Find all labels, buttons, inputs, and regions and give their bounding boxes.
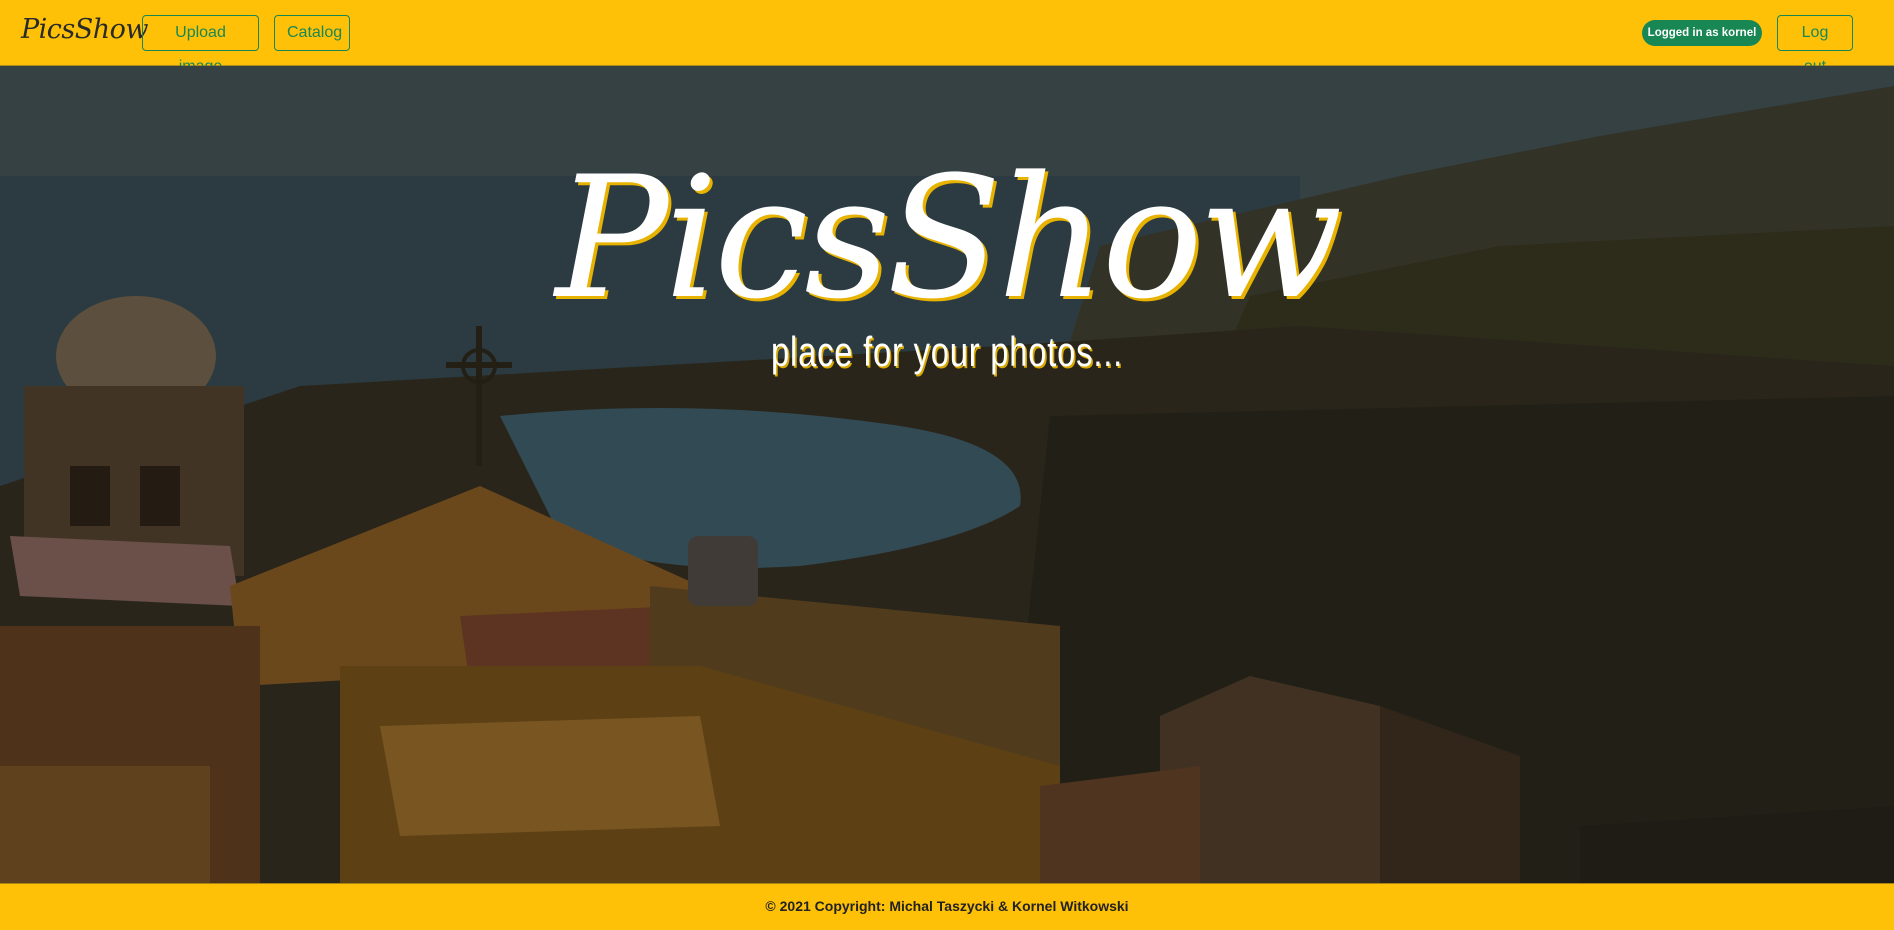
- catalog-button[interactable]: Catalog: [274, 15, 350, 51]
- hero-title: PicsShow: [555, 140, 1342, 336]
- logout-button[interactable]: Log out: [1777, 15, 1853, 75]
- copyright-text: © 2021 Copyright: Michal Taszycki & Korn…: [765, 898, 1129, 914]
- brand-logo[interactable]: PicsShow: [21, 14, 149, 45]
- page-footer: © 2021 Copyright: Michal Taszycki & Korn…: [0, 883, 1894, 930]
- top-navbar: PicsShow Upload image Catalog Logged in …: [0, 0, 1894, 75]
- upload-image-button[interactable]: Upload image: [142, 15, 259, 75]
- logged-in-badge: Logged in as kornel: [1642, 20, 1762, 46]
- hero-subtitle: place for your photos...: [771, 328, 1123, 375]
- hero-section: PicsShow place for your photos...: [0, 66, 1894, 883]
